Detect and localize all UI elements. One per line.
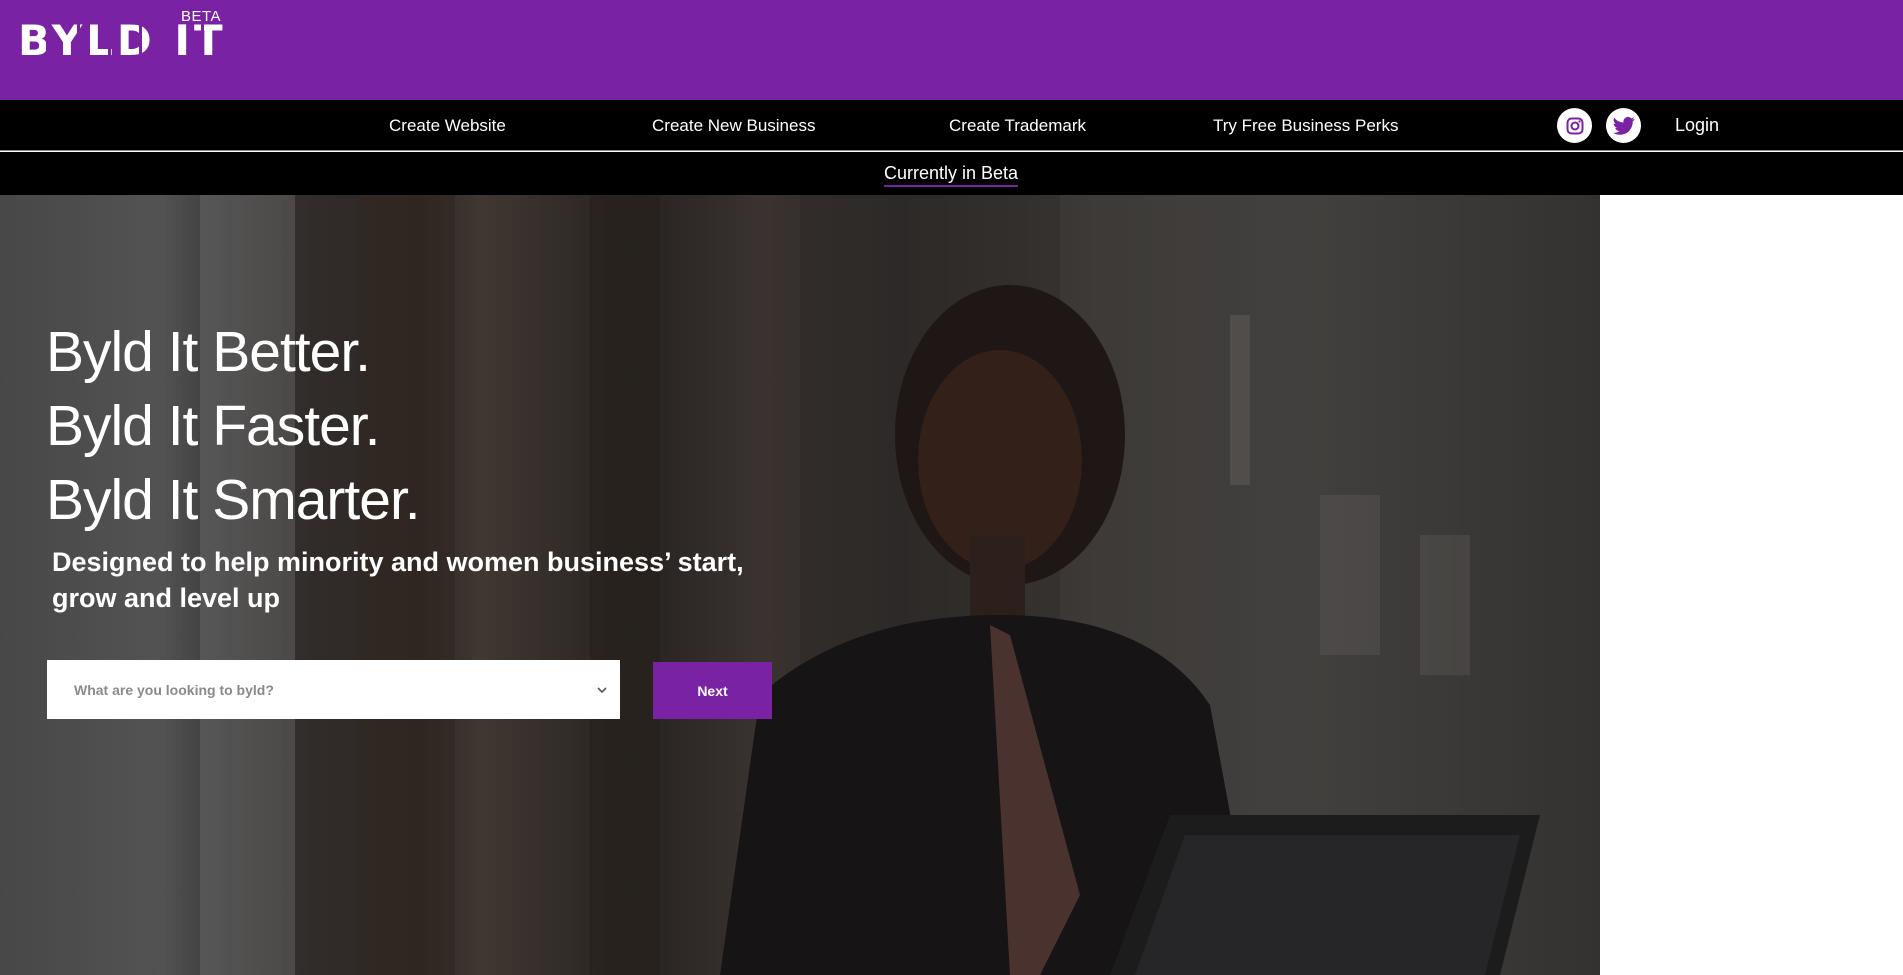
currently-in-beta-link[interactable]: Currently in Beta [884, 163, 1019, 187]
select-placeholder: What are you looking to byld? [74, 681, 274, 698]
instagram-button[interactable] [1557, 108, 1592, 143]
twitter-button[interactable] [1606, 108, 1641, 143]
main-nav: Create Website Create New Business Creat… [0, 100, 1903, 151]
hero-subtitle: Designed to help minority and women busi… [52, 547, 744, 613]
top-banner: BYLD IT BETA [0, 0, 1903, 100]
twitter-icon [1612, 116, 1635, 135]
headline-smarter: Byld It Smarter. [46, 468, 421, 532]
beta-tag: BETA [181, 8, 222, 25]
login-link[interactable]: Login [1675, 115, 1719, 136]
nav-create-trademark[interactable]: Create Trademark [949, 116, 1086, 136]
chevron-down-icon [597, 686, 607, 693]
logo-text: BYLD IT [18, 16, 227, 65]
nav-create-website[interactable]: Create Website [389, 116, 506, 136]
next-button[interactable]: Next [653, 662, 772, 719]
headline-faster: Byld It Faster. [46, 394, 380, 458]
byld-type-select[interactable]: What are you looking to byld? [47, 660, 620, 719]
headline-better: Byld It Better. [46, 320, 371, 384]
nav-try-free-business-perks[interactable]: Try Free Business Perks [1213, 116, 1398, 136]
nav-create-new-business[interactable]: Create New Business [652, 116, 815, 136]
beta-strip: Currently in Beta [0, 152, 1903, 195]
byld-it-logo[interactable]: BYLD IT BETA [18, 8, 227, 65]
hero-section: Byld It Better. Byld It Faster. Byld It … [0, 195, 1600, 975]
instagram-icon [1566, 117, 1583, 134]
